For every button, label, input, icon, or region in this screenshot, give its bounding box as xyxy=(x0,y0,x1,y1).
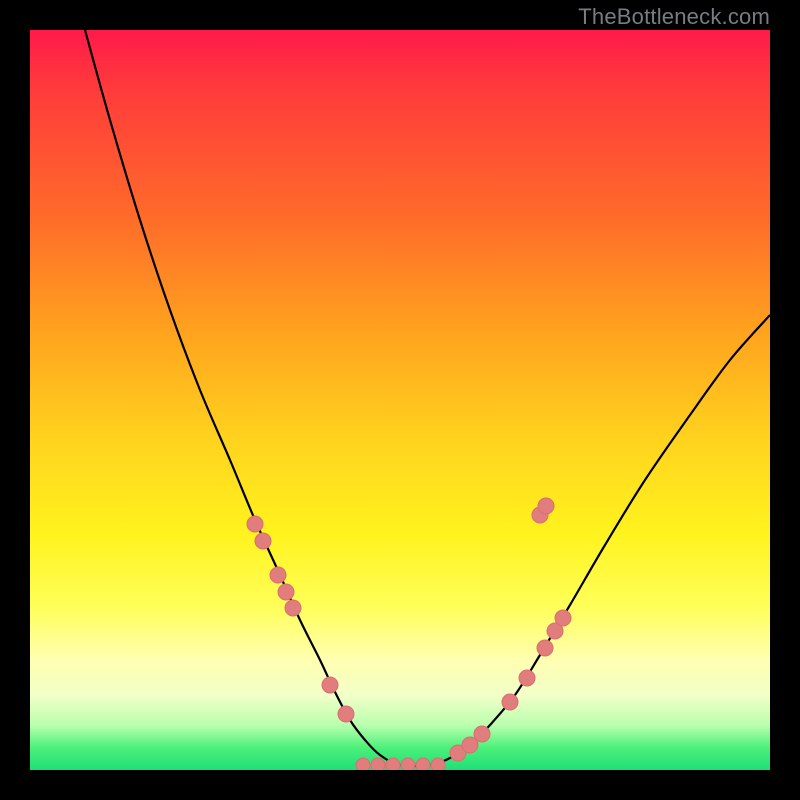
bottleneck-curve-svg xyxy=(30,30,770,770)
plot-area xyxy=(30,30,770,770)
bottleneck-curve xyxy=(85,30,770,766)
data-dots xyxy=(247,498,571,770)
data-dot xyxy=(371,758,385,770)
data-dot xyxy=(538,498,554,514)
data-dot xyxy=(416,758,430,770)
data-dot xyxy=(338,706,354,722)
data-dot xyxy=(537,640,553,656)
data-dot xyxy=(322,677,338,693)
data-dot xyxy=(285,600,301,616)
chart-frame: TheBottleneck.com xyxy=(0,0,800,800)
data-dot xyxy=(401,758,415,770)
data-dot xyxy=(386,758,400,770)
data-dot xyxy=(247,516,263,532)
data-dot xyxy=(555,610,571,626)
data-dot xyxy=(356,758,370,770)
data-dot xyxy=(519,670,535,686)
watermark-text: TheBottleneck.com xyxy=(578,4,770,30)
data-dot xyxy=(502,694,518,710)
data-dot xyxy=(270,567,286,583)
data-dot xyxy=(278,584,294,600)
data-dot xyxy=(255,533,271,549)
data-dot xyxy=(431,758,445,770)
data-dot xyxy=(474,726,490,742)
